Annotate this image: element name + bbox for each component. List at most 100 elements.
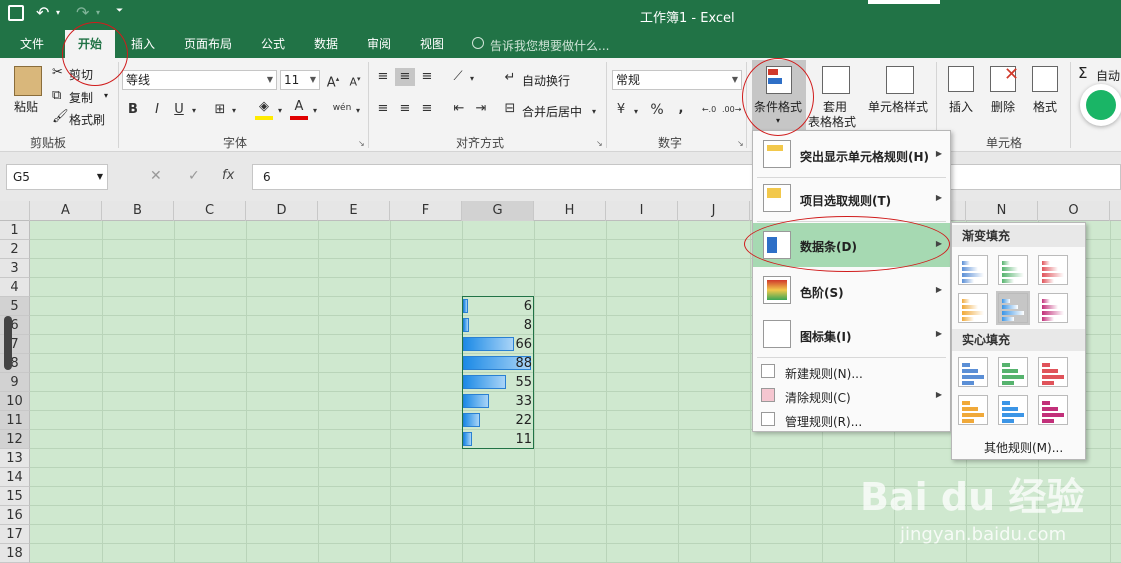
redo-dropdown-icon[interactable]: ▾ bbox=[96, 8, 100, 17]
data-bar-swatch[interactable] bbox=[998, 395, 1028, 425]
decrease-indent-icon[interactable]: ⇤ bbox=[450, 100, 468, 118]
font-size-select[interactable]: 11 ▼ bbox=[280, 70, 320, 90]
cell-g9[interactable]: 55 bbox=[462, 375, 534, 390]
paste-icon[interactable] bbox=[14, 66, 42, 96]
row-header-5[interactable]: 5 bbox=[0, 297, 30, 316]
data-bar-swatch[interactable] bbox=[1038, 255, 1068, 285]
column-header-b[interactable]: B bbox=[102, 201, 174, 221]
data-bar-swatch[interactable] bbox=[1038, 395, 1068, 425]
data-bar-swatch[interactable] bbox=[1038, 357, 1068, 387]
row-header-18[interactable]: 18 bbox=[0, 544, 30, 563]
currency-icon[interactable]: ¥ bbox=[612, 101, 630, 119]
format-as-table-line2[interactable]: 表格格式 bbox=[808, 113, 856, 130]
format-cells-icon[interactable] bbox=[1032, 66, 1058, 92]
align-center-icon[interactable]: ≡ bbox=[396, 100, 414, 118]
row-header-10[interactable]: 10 bbox=[0, 392, 30, 411]
scissors-icon[interactable]: ✂ bbox=[52, 65, 63, 80]
tab-file[interactable]: 文件 bbox=[10, 30, 54, 58]
data-bar-swatch[interactable] bbox=[958, 255, 988, 285]
currency-dropdown-icon[interactable]: ▾ bbox=[632, 103, 640, 121]
save-icon[interactable] bbox=[8, 5, 24, 21]
data-bar-swatch[interactable] bbox=[998, 255, 1028, 285]
row-header-12[interactable]: 12 bbox=[0, 430, 30, 449]
tab-view[interactable]: 视图 bbox=[412, 30, 452, 58]
cancel-formula-icon[interactable]: ✕ bbox=[150, 168, 162, 184]
wrap-text-icon[interactable]: ↵ bbox=[502, 69, 518, 87]
data-bar-swatch[interactable] bbox=[996, 291, 1030, 325]
delete-cells-button[interactable]: 删除 bbox=[991, 98, 1015, 115]
bold-button[interactable]: B bbox=[126, 101, 140, 119]
merge-center-button[interactable]: 合并后居中 bbox=[522, 103, 582, 120]
undo-dropdown-icon[interactable]: ▾ bbox=[56, 8, 60, 17]
alignment-dialog-launcher-icon[interactable]: ↘ bbox=[596, 139, 603, 148]
fill-color-icon[interactable]: ◈ bbox=[255, 98, 273, 116]
row-header-4[interactable]: 4 bbox=[0, 278, 30, 297]
format-painter-icon[interactable]: 🖌 bbox=[52, 109, 69, 124]
column-header-g[interactable]: G bbox=[462, 201, 534, 221]
align-top-icon[interactable]: ≡ bbox=[374, 68, 392, 86]
decrease-decimal-icon[interactable]: .00→ bbox=[722, 101, 741, 119]
column-header-o[interactable]: O bbox=[1038, 201, 1110, 221]
column-header-n[interactable]: N bbox=[966, 201, 1038, 221]
row-header-6[interactable]: 6 bbox=[0, 316, 30, 335]
format-cells-button[interactable]: 格式 bbox=[1033, 98, 1057, 115]
redo-icon[interactable]: ↷ bbox=[76, 3, 89, 22]
underline-dropdown-icon[interactable]: ▾ bbox=[190, 102, 198, 120]
column-header-e[interactable]: E bbox=[318, 201, 390, 221]
name-box[interactable]: G5 ▼ bbox=[6, 164, 108, 190]
data-bar-swatch[interactable] bbox=[958, 395, 988, 425]
align-right-icon[interactable]: ≡ bbox=[418, 100, 436, 118]
cell-styles-button[interactable]: 单元格样式 bbox=[868, 98, 928, 115]
data-bar-swatch[interactable] bbox=[958, 293, 988, 323]
cell-g12[interactable]: 11 bbox=[462, 432, 534, 447]
column-header-f[interactable]: F bbox=[390, 201, 462, 221]
orientation-dropdown-icon[interactable]: ▾ bbox=[468, 70, 476, 88]
row-header-15[interactable]: 15 bbox=[0, 487, 30, 506]
autosum-icon[interactable]: Σ bbox=[1078, 64, 1087, 82]
vertical-scroll-indicator[interactable] bbox=[4, 316, 12, 370]
tell-me-box[interactable]: 告诉我您想要做什么... bbox=[490, 37, 609, 54]
row-header-1[interactable]: 1 bbox=[0, 221, 30, 240]
cell-g11[interactable]: 22 bbox=[462, 413, 534, 428]
fill-color-dropdown-icon[interactable]: ▾ bbox=[276, 102, 284, 120]
comma-button[interactable]: , bbox=[674, 100, 688, 118]
row-header-8[interactable]: 8 bbox=[0, 354, 30, 373]
grow-font-icon[interactable]: A▴ bbox=[324, 70, 342, 92]
copy-dropdown-icon[interactable]: ▾ bbox=[104, 91, 108, 100]
row-header-17[interactable]: 17 bbox=[0, 525, 30, 544]
tab-formulas[interactable]: 公式 bbox=[253, 30, 293, 58]
percent-button[interactable]: % bbox=[648, 101, 666, 119]
font-dialog-launcher-icon[interactable]: ↘ bbox=[358, 139, 365, 148]
row-header-3[interactable]: 3 bbox=[0, 259, 30, 278]
paste-button[interactable]: 粘贴 bbox=[14, 98, 38, 115]
row-header-16[interactable]: 16 bbox=[0, 506, 30, 525]
number-format-select[interactable]: 常规 ▼ bbox=[612, 70, 742, 90]
orientation-icon[interactable]: ⟋ bbox=[450, 68, 466, 86]
merge-dropdown-icon[interactable]: ▾ bbox=[590, 103, 598, 121]
row-header-11[interactable]: 11 bbox=[0, 411, 30, 430]
align-middle-icon[interactable]: ≡ bbox=[395, 68, 415, 86]
align-bottom-icon[interactable]: ≡ bbox=[418, 68, 436, 86]
tab-page-layout[interactable]: 页面布局 bbox=[178, 30, 238, 58]
row-header-9[interactable]: 9 bbox=[0, 373, 30, 392]
underline-button[interactable]: U bbox=[172, 101, 186, 119]
insert-cells-icon[interactable] bbox=[948, 66, 974, 92]
column-header-c[interactable]: C bbox=[174, 201, 246, 221]
merge-center-icon[interactable]: ⊟ bbox=[502, 100, 518, 118]
tab-insert[interactable]: 插入 bbox=[123, 30, 163, 58]
more-rules-button[interactable]: 其他规则(M)... bbox=[984, 439, 1063, 456]
confirm-formula-icon[interactable]: ✓ bbox=[188, 168, 200, 184]
tab-data[interactable]: 数据 bbox=[306, 30, 346, 58]
menu-item-new-rule[interactable]: 新建规则(N)... bbox=[753, 361, 950, 383]
formula-input[interactable]: 6 bbox=[252, 164, 1121, 190]
autosum-button[interactable]: 自动 bbox=[1096, 67, 1120, 84]
column-header-j[interactable]: J bbox=[678, 201, 750, 221]
italic-button[interactable]: I bbox=[150, 101, 164, 119]
row-header-7[interactable]: 7 bbox=[0, 335, 30, 354]
copy-button[interactable]: 复制 bbox=[69, 89, 93, 106]
column-header-a[interactable]: A bbox=[30, 201, 102, 221]
column-header-d[interactable]: D bbox=[246, 201, 318, 221]
copy-icon[interactable]: ⧉ bbox=[52, 88, 61, 103]
format-painter-button[interactable]: 格式刷 bbox=[69, 111, 105, 128]
phonetic-guide-button[interactable]: wén bbox=[330, 99, 354, 117]
